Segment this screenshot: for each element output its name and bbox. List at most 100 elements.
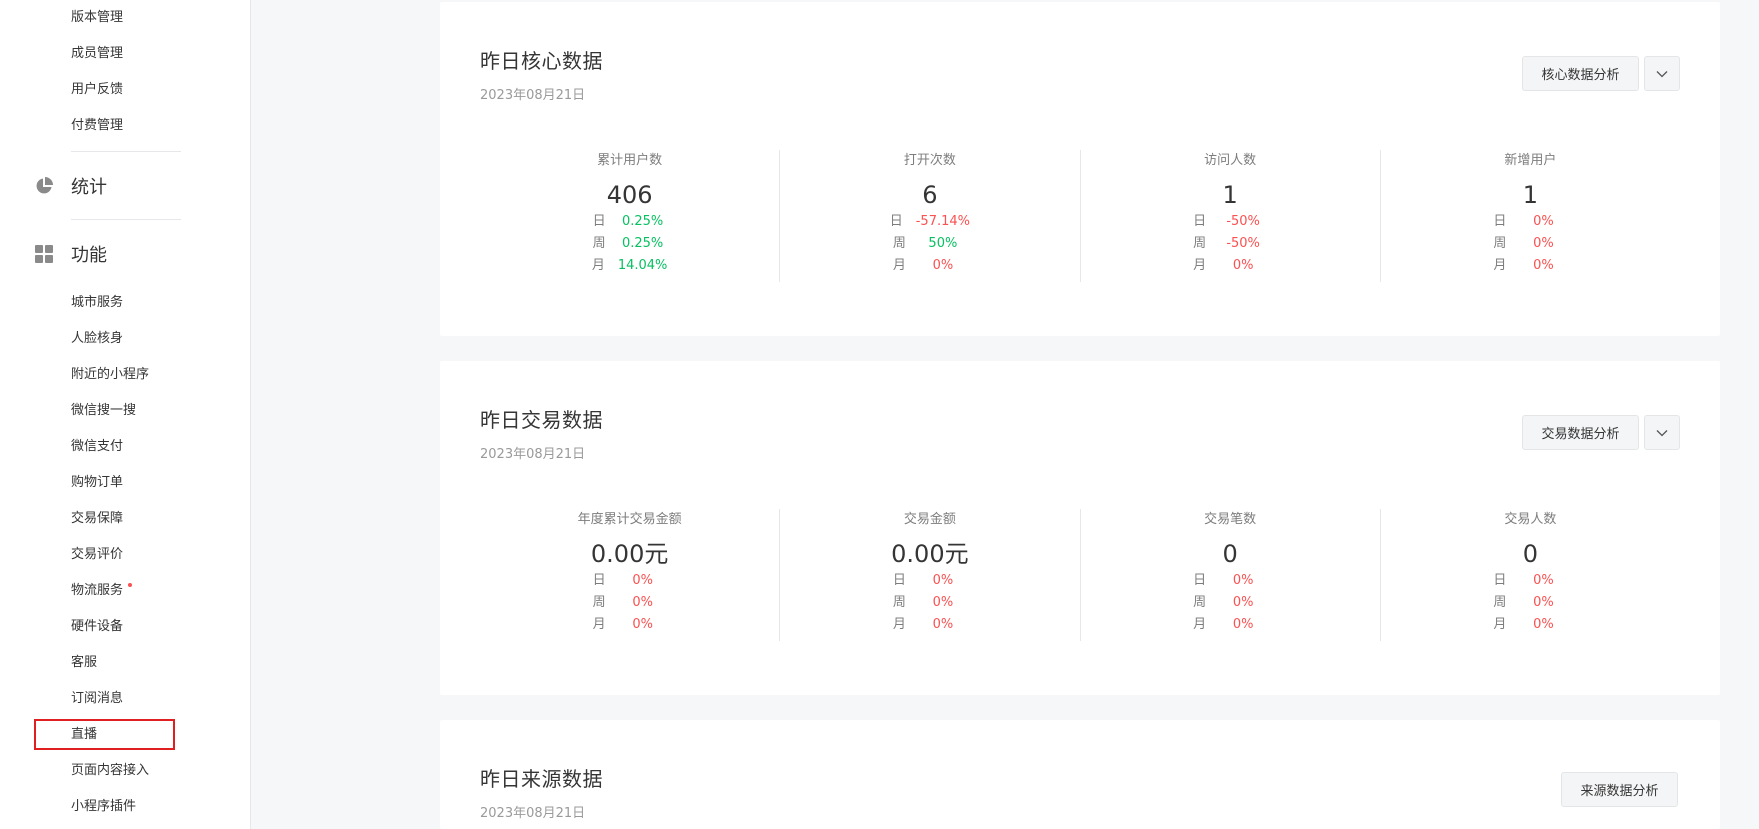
sidebar-item-trade-reviews[interactable]: 交易评价 [71, 546, 123, 564]
rate-label-week: 周 [592, 236, 606, 251]
metrics-row: 累计用户数 406 日 0.25% 周 0.25% 月 14.04% 打开次数 6 日… [480, 150, 1680, 282]
source-data-card: 昨日来源数据 2023年08月21日 来源数据分析 [440, 720, 1720, 829]
sidebar-item-city-service[interactable]: 城市服务 [71, 294, 123, 312]
metric-trade-amount: 交易金额 0.00元 日 0% 周 0% 月 0% [780, 509, 1081, 641]
sidebar-item-wechat-search[interactable]: 微信搜一搜 [71, 402, 136, 420]
sidebar-item-nearby-miniprogram[interactable]: 附近的小程序 [71, 366, 149, 384]
metric-label: 新增用户 [1504, 153, 1557, 168]
rate-label-day: 日 [592, 573, 606, 588]
metric-label: 交易笔数 [1204, 512, 1257, 527]
rate-label-week: 周 [592, 595, 606, 610]
core-data-analysis-button[interactable]: 核心数据分析 [1522, 56, 1639, 91]
metric-label: 打开次数 [903, 153, 956, 168]
sidebar-item-wechat-pay[interactable]: 微信支付 [71, 438, 123, 456]
sidebar-item-trade-protection[interactable]: 交易保障 [71, 510, 123, 528]
sidebar-item-logistics[interactable]: 物流服务 [71, 582, 133, 600]
sidebar-section-features-label: 功能 [71, 245, 107, 266]
pie-chart-icon [35, 177, 53, 195]
rate-label-week: 周 [1193, 595, 1207, 610]
rate-value-week: 50% [928, 236, 958, 251]
rate-value-week: 0.25% [621, 236, 664, 251]
rate-label-month: 月 [591, 258, 605, 273]
metric-value: 1 [1522, 181, 1539, 209]
metric-value: 0.00元 [590, 540, 669, 568]
card-title: 昨日核心数据 [480, 49, 603, 73]
rate-value-day: 0.25% [621, 214, 664, 229]
trade-data-analysis-button[interactable]: 交易数据分析 [1522, 415, 1639, 450]
rate-value-month: 0% [1533, 258, 1554, 273]
metric-new-users: 新增用户 1 日 0% 周 0% 月 0% [1381, 150, 1680, 282]
rate-value-week: 0% [1533, 595, 1554, 610]
metric-label: 访问人数 [1204, 153, 1257, 168]
rate-label-month: 月 [892, 617, 906, 632]
rate-label-week: 周 [1493, 236, 1507, 251]
notification-dot [128, 583, 133, 587]
rate-value-week: 0% [932, 595, 954, 610]
metric-value: 0 [1522, 540, 1539, 568]
rate-value-day: -57.14% [915, 214, 970, 229]
rate-value-day: 0% [632, 573, 653, 588]
sidebar-item-payment-management[interactable]: 付费管理 [71, 117, 123, 135]
rate-value-month: 0% [1232, 617, 1254, 632]
sidebar: 版本管理 成员管理 用户反馈 付费管理 统计 功能 城市服务 人脸核身 附近的小… [0, 0, 251, 829]
rate-value-week: 0% [1232, 595, 1254, 610]
rate-value-day: 0% [1533, 573, 1554, 588]
rate-label-week: 周 [892, 595, 906, 610]
metric-value: 406 [606, 181, 653, 209]
card-title: 昨日交易数据 [480, 408, 603, 432]
metric-label: 交易人数 [1504, 512, 1557, 527]
sidebar-item-version-management[interactable]: 版本管理 [71, 9, 123, 27]
rate-value-day: 0% [932, 573, 954, 588]
metric-trade-count: 交易笔数 0 日 0% 周 0% 月 0% [1081, 509, 1381, 641]
rate-label-day: 日 [1193, 573, 1207, 588]
chevron-down-icon [1656, 429, 1668, 436]
sidebar-section-features[interactable]: 功能 [35, 241, 107, 267]
rate-value-week: -50% [1226, 236, 1260, 251]
metric-open-count: 打开次数 6 日 -57.14% 周 50% 月 0% [780, 150, 1081, 282]
sidebar-item-logistics-label: 物流服务 [71, 583, 124, 598]
rate-value-week: 0% [1533, 236, 1554, 251]
metric-value: 1 [1222, 181, 1238, 209]
rate-label-day: 日 [1193, 214, 1207, 229]
rate-value-day: -50% [1226, 214, 1260, 229]
sidebar-item-user-feedback[interactable]: 用户反馈 [71, 81, 123, 99]
rate-label-month: 月 [592, 617, 606, 632]
core-data-dropdown-button[interactable] [1644, 56, 1680, 91]
sidebar-item-member-management[interactable]: 成员管理 [71, 45, 123, 63]
rate-label-day: 日 [1493, 214, 1507, 229]
rate-label-month: 月 [1193, 258, 1207, 273]
trade-data-dropdown-button[interactable] [1644, 415, 1680, 450]
rate-label-week: 周 [892, 236, 906, 251]
rate-label-month: 月 [1493, 258, 1507, 273]
rate-value-month: 0% [932, 258, 954, 273]
core-data-card: 昨日核心数据 2023年08月21日 核心数据分析 累计用户数 406 日 0.2… [440, 2, 1720, 336]
sidebar-item-live-streaming[interactable]: 直播 [71, 726, 97, 744]
metric-trade-users: 交易人数 0 日 0% 周 0% 月 0% [1381, 509, 1680, 641]
sidebar-section-stats[interactable]: 统计 [35, 173, 107, 199]
rate-value-day: 0% [1232, 573, 1254, 588]
metric-annual-trade-amount: 年度累计交易金额 0.00元 日 0% 周 0% 月 0% [480, 509, 781, 641]
rate-label-month: 月 [892, 258, 906, 273]
sidebar-item-subscription-messages[interactable]: 订阅消息 [71, 690, 123, 708]
metric-value: 6 [922, 181, 938, 209]
sidebar-item-customer-service[interactable]: 客服 [71, 654, 97, 672]
rate-label-week: 周 [1193, 236, 1207, 251]
rate-label-month: 月 [1193, 617, 1207, 632]
metric-value: 0 [1222, 540, 1238, 568]
metric-visitors: 访问人数 1 日 -50% 周 -50% 月 0% [1081, 150, 1381, 282]
sidebar-item-face-verification[interactable]: 人脸核身 [71, 330, 123, 348]
card-date: 2023年08月21日 [480, 88, 586, 103]
highlight-box [34, 719, 175, 750]
metric-total-users: 累计用户数 406 日 0.25% 周 0.25% 月 14.04% [480, 150, 781, 282]
sidebar-item-plugins[interactable]: 小程序插件 [71, 798, 136, 816]
rate-value-month: 0% [932, 617, 954, 632]
sidebar-divider [71, 151, 181, 152]
sidebar-section-stats-label: 统计 [71, 177, 107, 198]
sidebar-item-shopping-orders[interactable]: 购物订单 [71, 474, 123, 492]
sidebar-item-page-content-access[interactable]: 页面内容接入 [71, 762, 149, 780]
rate-value-month: 0% [1232, 258, 1254, 273]
sidebar-item-hardware[interactable]: 硬件设备 [71, 618, 123, 636]
metric-label: 年度累计交易金额 [577, 512, 682, 527]
chevron-down-icon [1656, 70, 1668, 77]
source-data-analysis-button[interactable]: 来源数据分析 [1561, 772, 1678, 807]
